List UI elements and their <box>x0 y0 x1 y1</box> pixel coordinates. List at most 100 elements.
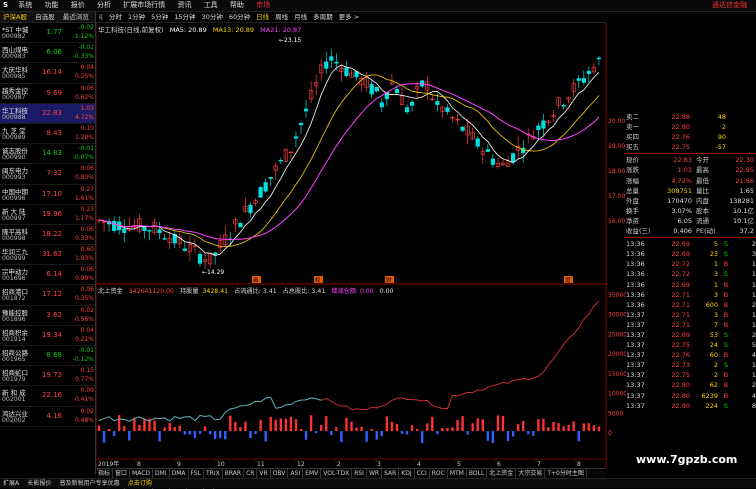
stat-value-2: 10.1亿 <box>733 206 754 215</box>
tick-price: 22.69 <box>671 250 690 259</box>
stat-label-2: PE(动) <box>696 227 716 236</box>
tab-period[interactable]: 15分钟 <box>171 12 198 22</box>
tab-favorites[interactable]: 自选股 <box>32 12 58 22</box>
flow-bar-positive <box>451 427 454 431</box>
watchlist-row[interactable]: 新 大 陆 000997 19.96 0.23 1.17% <box>0 205 95 225</box>
watchlist-row[interactable]: 华润三九 000999 31.62 0.60 1.93% <box>0 245 95 266</box>
watchlist-row[interactable]: 招商蛇口 001979 19.73 0.15 0.77% <box>0 366 95 387</box>
watchlist-row[interactable]: 西山煤电 000983 6.06 -0.02 -0.33% <box>0 43 95 64</box>
stock-change: 0.06 <box>80 165 94 173</box>
menu-market[interactable]: 市场 <box>251 0 275 11</box>
watchlist-row[interactable]: 鸿达兴业 002002 4.16 0.02 0.48% <box>0 407 95 427</box>
stock-pct: 0.33% <box>74 234 94 242</box>
tab-period[interactable]: 更多 > <box>336 12 363 22</box>
flow-bar-positive <box>97 425 101 431</box>
tab-recent[interactable]: 最近浏览 <box>60 12 92 22</box>
flow-bar-positive <box>259 419 262 431</box>
flow-bar-positive <box>496 415 500 431</box>
flow-bar-positive <box>537 419 540 431</box>
candle-body <box>147 230 152 232</box>
watchlist-row[interactable]: 中国中期 000996 17.10 0.27 1.61% <box>0 185 95 205</box>
flow-bar-positive <box>597 426 601 431</box>
menu-analysis[interactable]: 分析 <box>92 0 116 11</box>
kline-chart[interactable]: ←23.15 ←14.29 画权财增 20.0019.0018.0017.001… <box>96 23 626 469</box>
date-axis-label: 12 <box>297 461 305 468</box>
tab-period[interactable]: 周线 <box>272 12 291 22</box>
flow-bar-negative <box>400 431 404 434</box>
menu-tools[interactable]: 工具 <box>199 0 223 11</box>
tick-flag: S <box>723 361 729 370</box>
flow-bar-positive <box>360 426 363 431</box>
stock-price: 19.96 <box>41 209 62 218</box>
watchlist-row[interactable]: 九 芝 堂 000989 8.43 0.10 1.20% <box>0 124 95 145</box>
tick-flag: B <box>723 381 729 390</box>
flow-bar-negative <box>506 431 510 442</box>
tick-row: 13:37 22.69 53 S 2 <box>624 330 756 340</box>
flow-bar-negative <box>304 431 308 440</box>
flow-bar-positive <box>299 428 303 431</box>
watchlist-row[interactable]: 诚志股份 000990 14.83 -0.01 -0.07% <box>0 144 95 165</box>
flow-bar-positive <box>309 415 313 431</box>
tick-flag: S <box>723 341 729 350</box>
stock-pct: 1.20% <box>74 133 94 141</box>
flow-bar-positive <box>279 418 282 431</box>
tick-volume: 23 <box>709 250 718 259</box>
stat-row: 净资 6.05 流通 10.1亿 <box>624 216 756 226</box>
watchlist-row[interactable]: 闽东电力 000993 7.32 0.06 0.83% <box>0 164 95 185</box>
menu-quote[interactable]: 报价 <box>66 0 90 11</box>
tab-period[interactable]: 多周期 <box>310 12 336 22</box>
ma13-line <box>98 74 600 247</box>
flow-bar-negative <box>314 431 318 434</box>
tab-period[interactable]: 60分钟 <box>226 12 253 22</box>
menu-system[interactable]: 系统 <box>13 0 37 11</box>
candle-body <box>298 122 304 126</box>
candle-body <box>409 102 415 106</box>
tab-period[interactable]: 1分钟 <box>125 12 148 22</box>
stock-code: 002002 <box>2 416 26 424</box>
menu-news[interactable]: 资讯 <box>172 0 196 11</box>
tab-period[interactable]: 分时 <box>106 12 125 22</box>
tick-time: 13:37 <box>626 371 645 380</box>
stock-price: 31.62 <box>41 250 62 259</box>
watchlist-row[interactable]: 新 和 成 002001 22.16 0.09 0.41% <box>0 386 95 407</box>
watchlist-row[interactable]: 大庆华科 000985 16.14 0.04 0.25% <box>0 63 95 84</box>
watchlist-row[interactable]: 隆平高科 000998 18.22 0.06 0.33% <box>0 225 95 246</box>
tab-period[interactable]: 30分钟 <box>199 12 226 22</box>
stock-price: 4.16 <box>46 411 62 420</box>
watchlist-row[interactable]: 招商公路 001965 8.68 -0.01 -0.12% <box>0 346 95 367</box>
stock-price: 6.06 <box>46 48 62 57</box>
stat-row: 总量 308751 量比 1.65 <box>624 186 756 196</box>
menu-function[interactable]: 功能 <box>40 0 64 11</box>
tick-time: 13:37 <box>626 320 645 329</box>
stat-value-2: 10.1亿 <box>733 216 754 225</box>
stock-change: 1.03 <box>80 104 94 112</box>
indicator-title: 北上资金 <box>98 288 123 295</box>
stock-change: 0.06 <box>80 286 94 294</box>
tab-period[interactable]: 5分钟 <box>148 12 171 22</box>
watchlist-row[interactable]: 华工科技 000988 22.83 1.03 4.72% <box>0 103 95 124</box>
watchlist-row[interactable]: 宗申动力 001696 6.14 0.06 0.99% <box>0 265 95 286</box>
tick-count: 1 <box>751 320 756 329</box>
watchlist-row[interactable]: 豫能控股 001896 3.62 0.02 0.56% <box>0 306 95 326</box>
tick-volume: 1 <box>713 280 718 289</box>
bid-label: 买五 <box>626 143 639 152</box>
tab-period[interactable]: i| <box>96 12 106 22</box>
tick-time: 13:37 <box>626 401 645 410</box>
watchlist-row[interactable]: 越秀金控 000987 9.69 0.06 0.62% <box>0 84 95 104</box>
flow-bar-positive <box>239 426 242 431</box>
stock-change: 0.10 <box>80 124 94 132</box>
ask-volume: 2 <box>721 123 726 132</box>
watchlist-row[interactable]: 招商港口 001872 17.12 0.06 0.35% <box>0 285 95 306</box>
watchlist-row[interactable]: *ST 中城 000982 1.77 -0.02 -1.12% <box>0 23 95 44</box>
tab-period[interactable]: 月线 <box>291 12 310 22</box>
menu-help[interactable]: 帮助 <box>225 0 249 11</box>
tab-period[interactable]: 日线 <box>253 12 272 22</box>
stat-row: 涨跌 1.03 最高 22.95 <box>624 165 756 175</box>
date-axis-label: 3 <box>377 461 381 468</box>
flow-bar-positive <box>173 426 176 431</box>
tab-shanghai-shenzhen-a[interactable]: 沪深A股 <box>0 12 30 22</box>
candle-body <box>460 126 465 131</box>
menu-extended-market[interactable]: 扩展市场行情 <box>118 0 170 11</box>
watchlist-row[interactable]: 招商积余 001914 19.34 0.04 0.21% <box>0 326 95 346</box>
stock-code: 000988 <box>2 113 26 121</box>
